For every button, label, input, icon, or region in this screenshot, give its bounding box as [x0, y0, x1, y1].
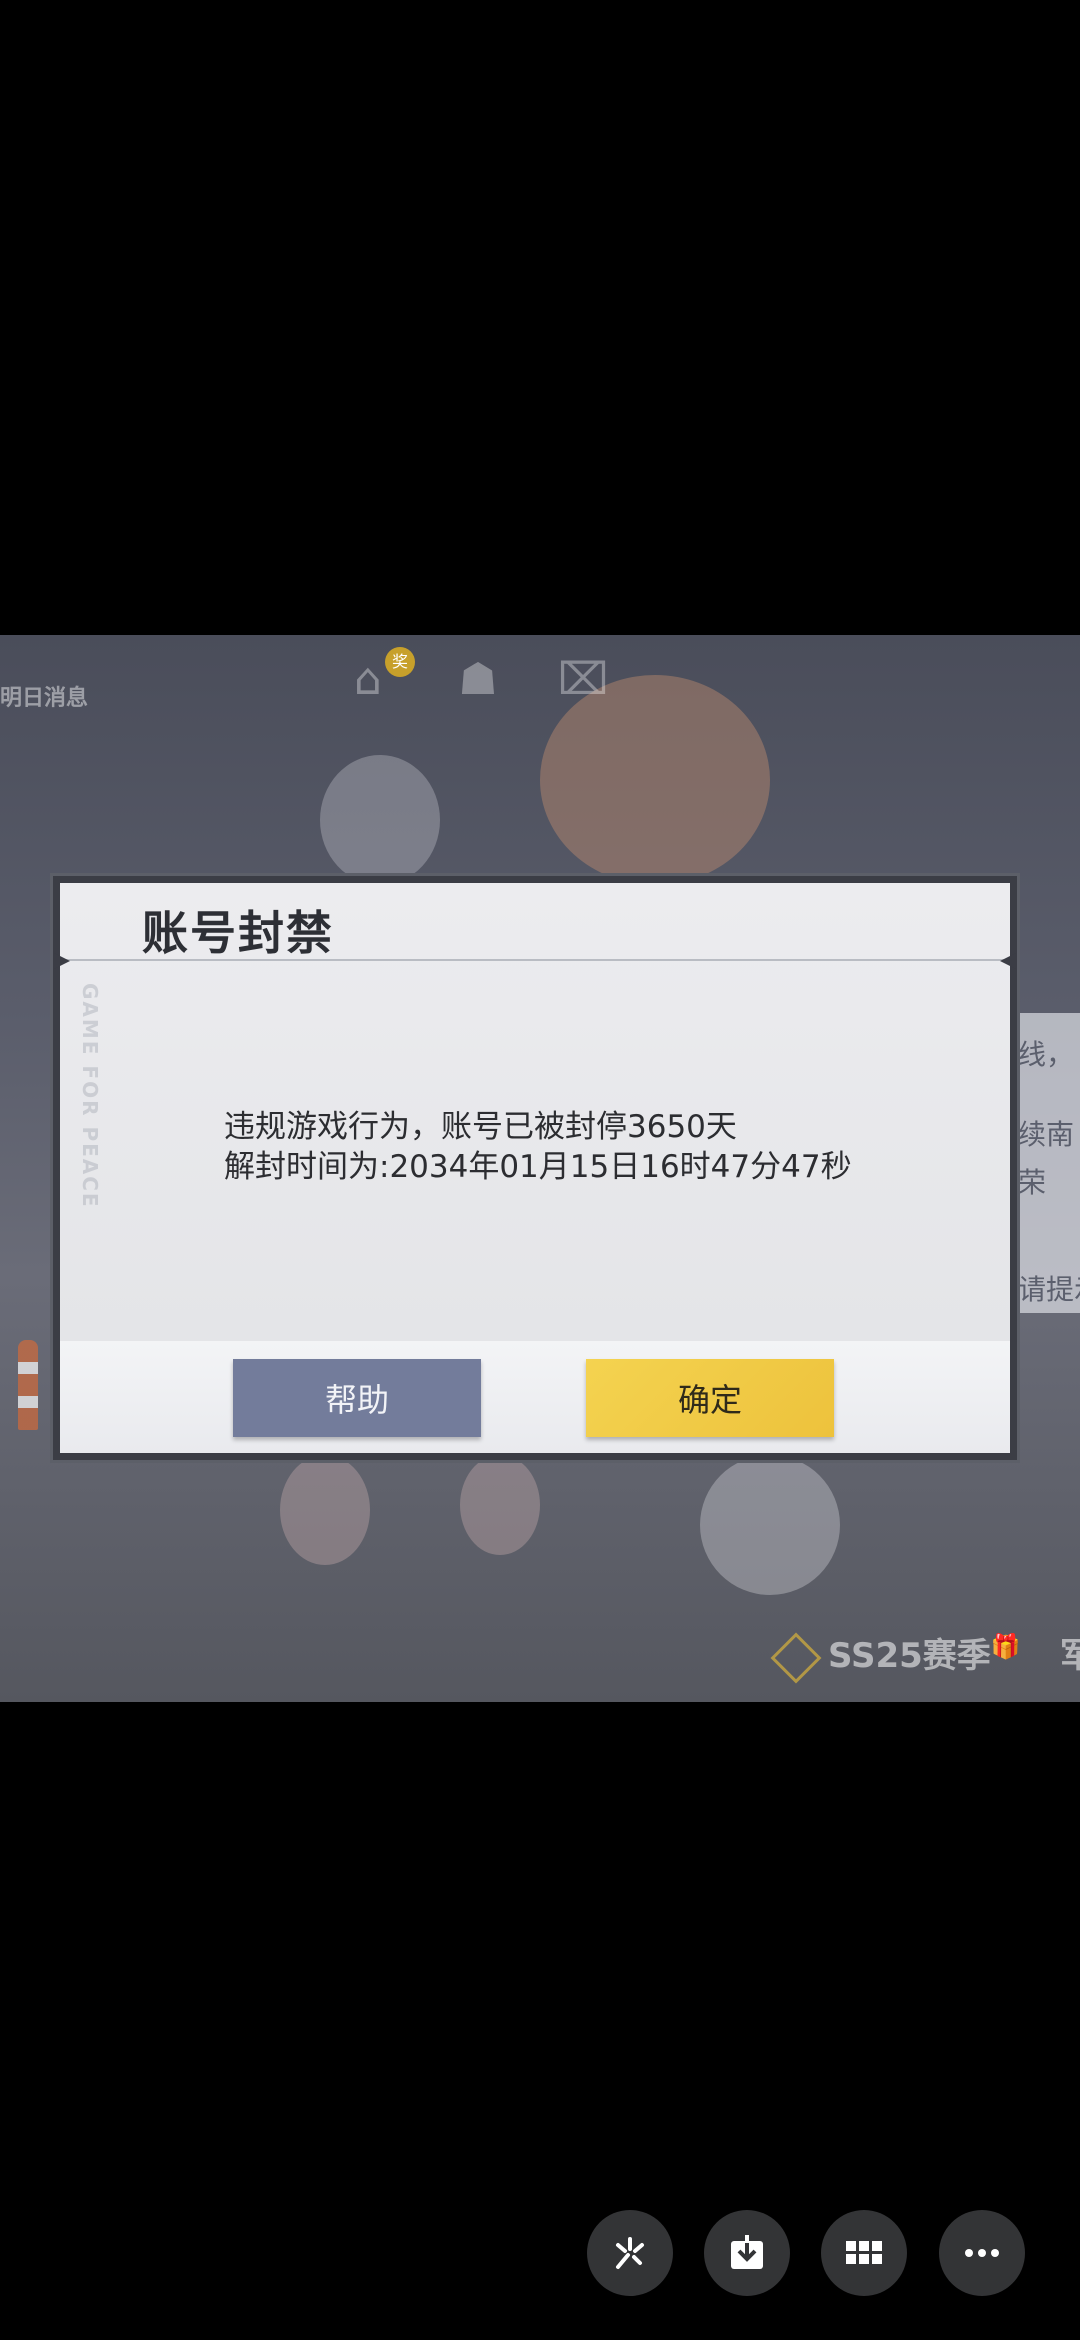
- watermark-text: GAME FOR PEACE: [78, 983, 102, 1209]
- unban-time-text: 解封时间为:2034年01月15日16时47分47秒: [224, 1149, 852, 1185]
- shop-icon[interactable]: ⌧: [555, 655, 611, 705]
- season-extra-label: 军: [1060, 1636, 1080, 1676]
- confirm-button[interactable]: 确定: [586, 1359, 834, 1437]
- background-character: [540, 675, 770, 885]
- ban-dialog: 账号封禁 GAME FOR PEACE 违规游戏行为，账号已被封停3650天 解…: [54, 883, 1016, 1453]
- side-notice-line: 荣: [1018, 1166, 1047, 1199]
- more-icon: [965, 2249, 999, 2257]
- dialog-header: 账号封禁: [60, 883, 1010, 961]
- nav-badge: 奖: [385, 647, 415, 677]
- helmet-icon[interactable]: ☗: [450, 655, 506, 705]
- season-label[interactable]: SS25赛季🎁: [770, 1628, 1021, 1683]
- background-character: [700, 1455, 840, 1595]
- top-nav-label[interactable]: 明日消息: [0, 680, 88, 712]
- background-character: [320, 755, 440, 885]
- corner-notch-icon: [1000, 953, 1016, 969]
- magic-icon: [616, 2237, 644, 2269]
- download-icon: [731, 2235, 763, 2269]
- ban-message: 违规游戏行为，账号已被封停3650天 解封时间为:2034年01月15日16时4…: [224, 1107, 852, 1187]
- side-notice-panel: 线， 续南 荣 请提示: [1012, 1013, 1080, 1313]
- background-character: [280, 1455, 370, 1565]
- side-notice-line: 线，: [1018, 1038, 1075, 1071]
- grid-button[interactable]: [821, 2210, 907, 2296]
- season-badge-icon: [770, 1632, 822, 1683]
- download-button[interactable]: [704, 2210, 790, 2296]
- corner-notch-icon: [54, 953, 70, 969]
- dialog-footer: 帮助 确定: [60, 1341, 1010, 1453]
- traffic-cone: [18, 1340, 38, 1430]
- dialog-title: 账号封禁: [142, 906, 334, 960]
- side-notice-line: 请提示: [1018, 1273, 1080, 1306]
- more-button[interactable]: [939, 2210, 1025, 2296]
- ban-reason-text: 违规游戏行为，账号已被封停3650天: [224, 1109, 737, 1145]
- side-notice-line: 续南: [1018, 1118, 1075, 1151]
- help-button[interactable]: 帮助: [233, 1359, 481, 1437]
- gift-icon: 🎁: [990, 1632, 1021, 1661]
- magic-button[interactable]: [587, 2210, 673, 2296]
- background-character: [460, 1455, 540, 1555]
- grid-icon: [846, 2241, 882, 2264]
